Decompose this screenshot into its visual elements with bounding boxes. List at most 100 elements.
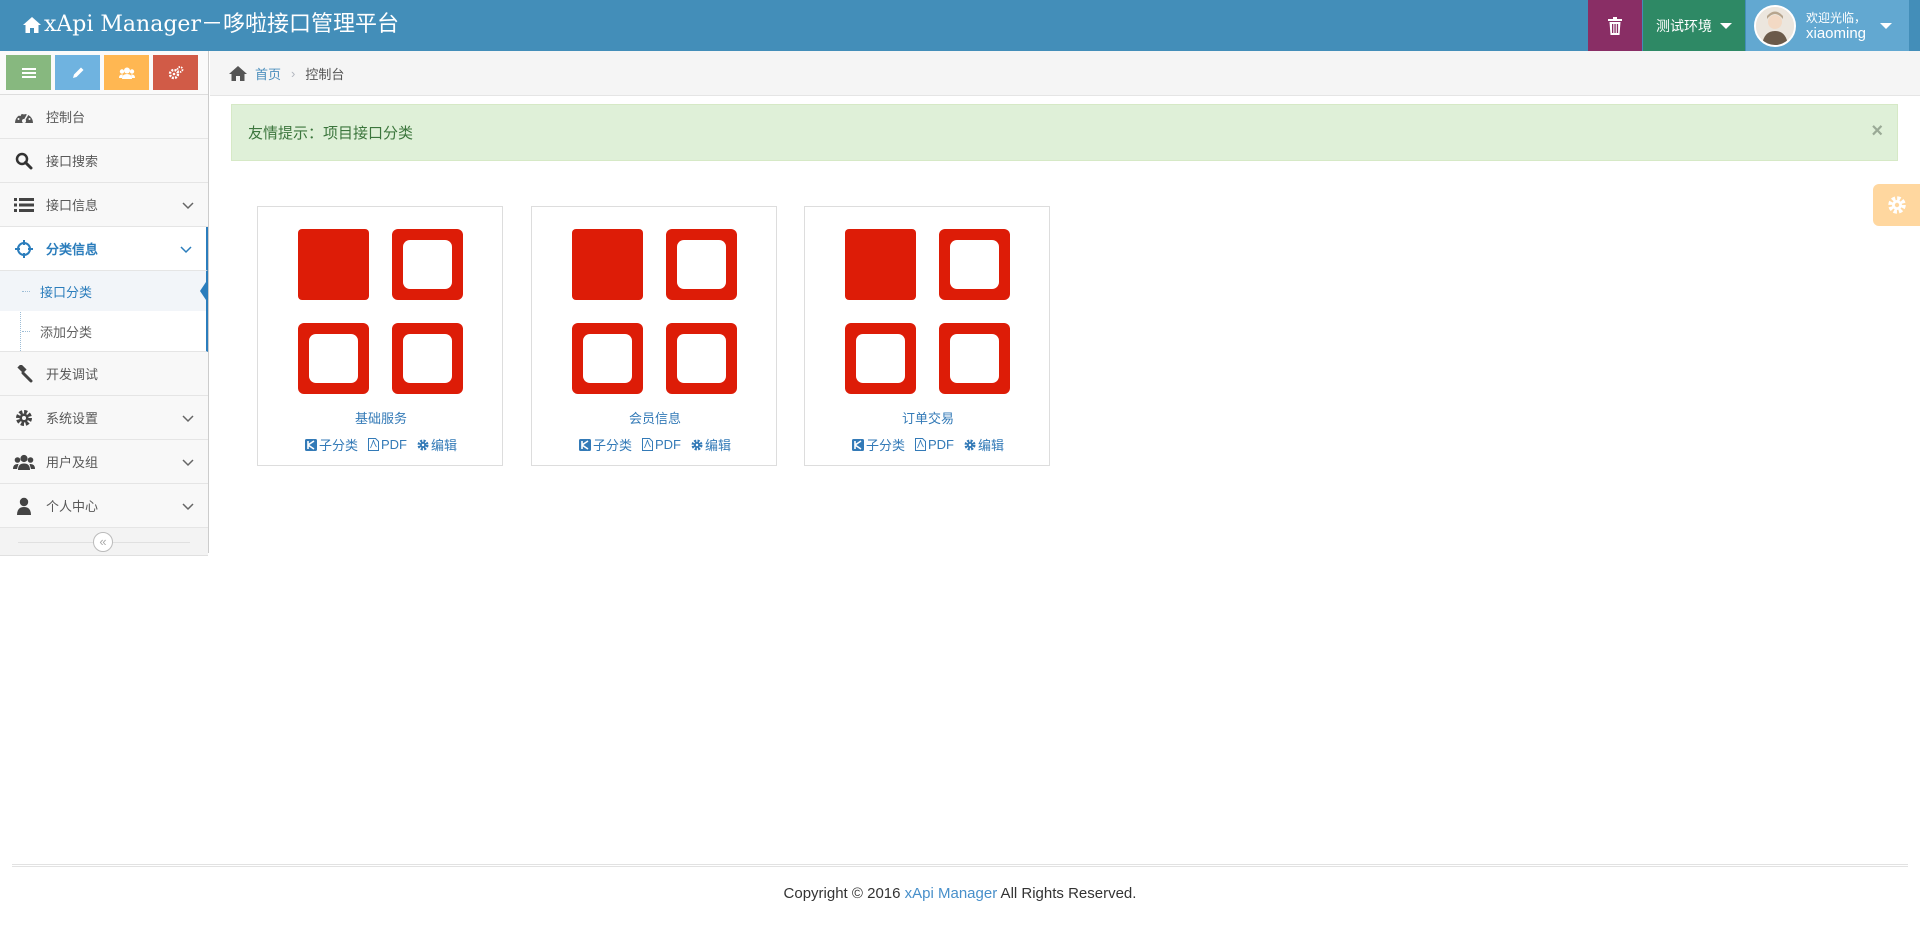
caret-down-icon (1720, 22, 1732, 29)
environment-dropdown[interactable]: 测试环境 (1643, 0, 1745, 51)
sidebar-item-settings[interactable]: 系统设置 (0, 396, 208, 440)
environment-label: 测试环境 (1656, 17, 1712, 34)
top-navbar: xApi Manager－哆啦接口管理平台 测试环境 欢迎光临， xiaomin… (0, 0, 1920, 51)
footer: Copyright © 2016 xApi Manager All Rights… (0, 885, 1920, 902)
home-icon (229, 65, 247, 81)
user-icon (12, 497, 36, 515)
sidebar-item-label: 个人中心 (46, 499, 99, 514)
breadcrumb-home-link[interactable]: 首页 (255, 64, 281, 83)
chevron-down-icon (182, 198, 194, 213)
sitemap-icon (578, 438, 591, 451)
crosshairs-icon (12, 239, 36, 258)
subcategory-label: 子分类 (318, 438, 358, 453)
sidebar-item-label: 系统设置 (46, 411, 99, 426)
category-tiles-icon[interactable] (298, 229, 465, 396)
shortcut-edit-button[interactable] (55, 55, 100, 90)
shortcut-menu-button[interactable] (6, 55, 51, 90)
subcategory-link[interactable]: 子分类 (304, 435, 358, 454)
sidebar-item-search[interactable]: 接口搜索 (0, 139, 208, 183)
home-icon (23, 17, 41, 33)
ace-settings-button[interactable] (1873, 184, 1920, 226)
sidebar-item-label: 分类信息 (46, 242, 99, 257)
submenu-item-label: 接口分类 (40, 284, 93, 300)
gavel-icon (12, 364, 36, 383)
category-tiles-icon[interactable] (845, 229, 1012, 396)
sidebar-item-label: 控制台 (46, 110, 86, 125)
footer-rights: All Rights Reserved. (997, 885, 1137, 902)
category-tiles-icon[interactable] (572, 229, 739, 396)
gear-icon (964, 439, 976, 450)
sidebar-item-users[interactable]: 用户及组 (0, 440, 208, 484)
brand-title: xApi Manager－哆啦接口管理平台 (44, 12, 399, 37)
sidebar-item-api-info[interactable]: 接口信息 (0, 183, 208, 227)
submenu-item-add-category[interactable]: 添加分类 (0, 311, 206, 351)
chevron-down-icon (182, 499, 194, 514)
sidebar-item-profile[interactable]: 个人中心 (0, 484, 208, 528)
brand-link[interactable]: xApi Manager－哆啦接口管理平台 (22, 10, 399, 40)
edit-label: 编辑 (431, 438, 458, 453)
sidebar-shortcuts (0, 51, 208, 95)
sidebar-item-label: 用户及组 (46, 455, 99, 470)
edit-link[interactable]: 编辑 (417, 435, 457, 454)
user-menu[interactable]: 欢迎光临， xiaoming (1746, 0, 1909, 51)
subcategory-label: 子分类 (865, 438, 905, 453)
pdf-link[interactable]: PDF (642, 437, 681, 452)
category-title[interactable]: 基础服务 (258, 408, 504, 427)
chevron-down-icon (180, 242, 192, 257)
edit-label: 编辑 (705, 438, 732, 453)
gear-icon (417, 439, 429, 450)
sidebar-collapse-bar: « (0, 528, 208, 556)
trash-button[interactable] (1588, 0, 1642, 51)
gear-icon (691, 439, 703, 450)
sidebar-item-label: 接口搜索 (46, 154, 99, 169)
caret-down-icon (1880, 22, 1893, 29)
double-chevron-left-icon[interactable]: « (93, 532, 113, 552)
sidebar-item-label: 接口信息 (46, 198, 99, 213)
users-icon (12, 454, 36, 470)
sitemap-icon (851, 438, 864, 451)
file-pdf-icon (368, 438, 379, 451)
close-icon[interactable]: × (1871, 121, 1883, 141)
trash-icon (1608, 16, 1622, 35)
user-name: xiaoming (1806, 24, 1867, 42)
category-title[interactable]: 会员信息 (532, 408, 778, 427)
subcategory-link[interactable]: 子分类 (851, 435, 905, 454)
sidebar-item-label: 开发调试 (46, 367, 99, 382)
gear-icon (1887, 196, 1906, 214)
sidebar-item-dashboard[interactable]: 控制台 (0, 95, 208, 139)
list-icon (12, 197, 36, 213)
chevron-down-icon (182, 411, 194, 426)
dashboard-icon (12, 109, 36, 125)
sidebar: 控制台 接口搜索 接口信息 分类信息 接口分类 添加分类 开发调试 系统设置 用… (0, 51, 209, 556)
edit-link[interactable]: 编辑 (691, 435, 731, 454)
pdf-label: PDF (655, 437, 681, 452)
footer-divider (12, 864, 1908, 867)
sidebar-item-category[interactable]: 分类信息 (0, 227, 208, 271)
category-card: 订单交易 子分类 PDF 编辑 (804, 206, 1050, 466)
submenu-item-api-category[interactable]: 接口分类 (0, 271, 208, 311)
pdf-link[interactable]: PDF (368, 437, 407, 452)
sitemap-icon (304, 438, 317, 451)
category-title[interactable]: 订单交易 (805, 408, 1051, 427)
shortcut-users-button[interactable] (104, 55, 149, 90)
active-indicator (200, 279, 208, 303)
breadcrumb: 首页 › 控制台 (210, 51, 1920, 96)
category-card: 基础服务 子分类 PDF 编辑 (257, 206, 503, 466)
edit-label: 编辑 (978, 438, 1005, 453)
pdf-link[interactable]: PDF (915, 437, 954, 452)
shortcut-settings-button[interactable] (153, 55, 198, 90)
edit-link[interactable]: 编辑 (964, 435, 1004, 454)
subcategory-link[interactable]: 子分类 (578, 435, 632, 454)
gear-icon (12, 409, 36, 427)
subcategory-label: 子分类 (592, 438, 632, 453)
menu-icon (21, 67, 36, 78)
sidebar-item-debug[interactable]: 开发调试 (0, 352, 208, 396)
file-pdf-icon (642, 438, 653, 451)
chevron-down-icon (182, 455, 194, 470)
submenu-item-label: 添加分类 (40, 324, 93, 340)
file-pdf-icon (915, 438, 926, 451)
category-card: 会员信息 子分类 PDF 编辑 (531, 206, 777, 466)
user-welcome: 欢迎光临， (1806, 10, 1867, 25)
search-icon (12, 152, 36, 170)
footer-brand-link[interactable]: xApi Manager (905, 885, 998, 902)
